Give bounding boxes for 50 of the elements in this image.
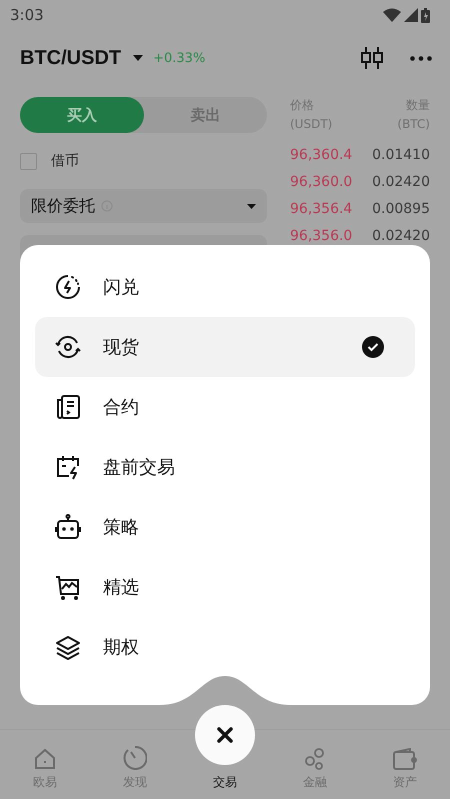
menu-item-label: 策略 [103,516,139,539]
menu-item-label: 合约 [103,396,139,419]
menu-item[interactable]: 策略 [35,497,415,557]
caret-icon [247,204,256,208]
checkbox[interactable] [20,152,37,170]
order-type-dropdown[interactable]: 限价委托 [20,189,267,223]
menu-item[interactable]: 盘前交易 [35,437,415,497]
menu-item-label: 现货 [103,336,139,359]
ask-amount: 0.00895 [372,200,430,216]
compass-icon[interactable] [123,746,147,770]
order-type-label: 限价委托 [31,196,95,216]
layers-icon [55,634,81,660]
ask-price: 96,360.4 [290,146,352,162]
menu-item-label: 精选 [103,576,139,599]
ask-price: 96,360.0 [290,174,352,190]
menu-item[interactable]: 精选 [35,557,415,617]
wallet-icon[interactable] [393,748,417,770]
cart-icon [55,574,81,600]
wifi-icon [383,8,401,22]
ask-price: 96,356.4 [290,200,352,216]
pair-title[interactable]: BTC/USDT [20,46,122,70]
menu-item-label: 盘前交易 [103,456,175,479]
price-change: +0.33% [153,50,206,66]
more-icon[interactable] [410,56,432,60]
menu-item-label: 闪兑 [103,276,139,299]
candlestick-icon[interactable] [360,47,384,69]
check-icon [362,336,384,358]
menu-item-label: 期权 [103,636,139,659]
bubbles-icon[interactable] [304,748,326,770]
rotate-icon [55,334,81,360]
battery-icon [421,8,430,22]
document-icon [55,394,81,420]
checkbox-label: 借币 [51,152,79,170]
ask-price: 96,356.0 [290,228,352,244]
ask-amount: 0.02420 [372,174,430,190]
nav-tab[interactable]: 交易 [213,774,237,791]
home-icon[interactable] [34,748,56,770]
flash-icon [55,274,81,300]
calendar-icon [55,454,81,480]
menu-item[interactable]: 现货 [35,317,415,377]
signal-icon [404,8,418,22]
caret-icon[interactable] [133,55,144,61]
menu-item[interactable]: 闪兑 [35,257,415,317]
status-time: 3:03 [10,6,44,24]
menu-item[interactable]: 期权 [35,617,415,677]
close-icon [217,727,233,743]
ask-amount: 0.01410 [372,146,430,162]
menu-item[interactable]: 合约 [35,377,415,437]
ask-amount: 0.02420 [372,228,430,244]
robot-icon [55,514,81,540]
